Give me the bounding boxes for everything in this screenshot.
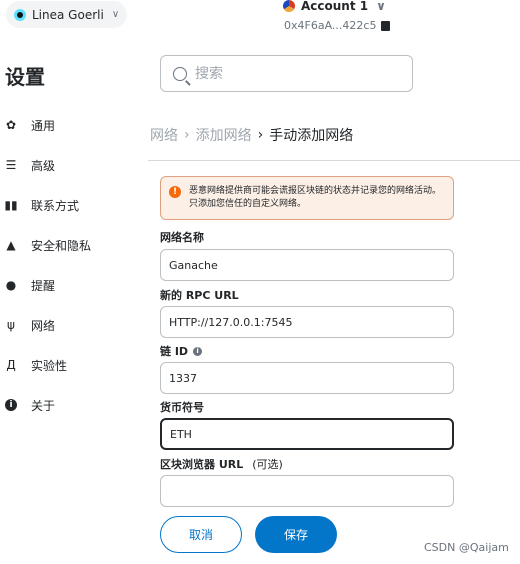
- info-icon[interactable]: i: [193, 346, 203, 356]
- copy-icon[interactable]: [381, 20, 391, 31]
- save-button[interactable]: 保存: [255, 516, 337, 553]
- sidebar-item-security[interactable]: ▲ 安全和隐私: [5, 235, 91, 255]
- network-icon: [14, 8, 26, 21]
- rpc-url-input[interactable]: [160, 306, 454, 338]
- account-address-text: 0x4F6aA...422c5: [284, 19, 377, 32]
- sidebar-item-label: 网络: [31, 318, 56, 333]
- warning-banner: ! 恶意网络提供商可能会谎报区块链的状态并记录您的网络活动。只添加您信任的自定义…: [160, 176, 454, 220]
- currency-symbol-input[interactable]: [160, 418, 454, 450]
- chain-id-input[interactable]: [160, 362, 454, 394]
- network-name-label-text: 网络名称: [160, 231, 204, 244]
- sidebar-item-networks[interactable]: ψ 网络: [5, 315, 55, 335]
- bell-icon: ●: [5, 278, 17, 292]
- sliders-icon: ☰: [5, 158, 17, 172]
- breadcrumb-current: 手动添加网络: [269, 128, 354, 144]
- network-selector[interactable]: Linea Goerli ∨: [6, 1, 127, 28]
- search-box[interactable]: [160, 55, 413, 92]
- sidebar-item-label: 提醒: [31, 278, 56, 293]
- explorer-url-input[interactable]: [160, 475, 454, 507]
- search-input[interactable]: [195, 65, 395, 82]
- sidebar-item-about[interactable]: i 关于: [5, 395, 55, 415]
- account-address[interactable]: 0x4F6aA...422c5: [284, 19, 391, 32]
- sidebar-item-label: 通用: [31, 118, 56, 133]
- breadcrumb-separator: ›: [184, 127, 190, 143]
- rpc-url-label-text: 新的 RPC URL: [160, 289, 239, 302]
- book-icon: ▮▮: [4, 198, 18, 212]
- currency-symbol-label-text: 货币符号: [160, 401, 204, 414]
- sidebar-item-label: 高级: [31, 158, 56, 173]
- sidebar-item-label: 安全和隐私: [31, 238, 92, 253]
- breadcrumb-separator: ›: [257, 127, 264, 143]
- search-icon: [173, 66, 187, 81]
- account-avatar-icon: [283, 0, 295, 12]
- warning-icon: !: [169, 186, 181, 198]
- chevron-down-icon: ∨: [376, 0, 386, 13]
- settings-title: 设置: [5, 65, 45, 89]
- info-icon: i: [5, 399, 17, 411]
- gear-icon: ✿: [5, 118, 17, 132]
- sidebar-item-general[interactable]: ✿ 通用: [5, 115, 55, 135]
- breadcrumb-networks[interactable]: 网络: [150, 125, 178, 145]
- network-label: Linea Goerli: [32, 7, 104, 22]
- network-name-label: 网络名称: [160, 229, 204, 245]
- currency-symbol-label: 货币符号: [160, 399, 204, 415]
- breadcrumb-add-network[interactable]: 添加网络: [196, 125, 252, 145]
- warning-text: 恶意网络提供商可能会谎报区块链的状态并记录您的网络活动。只添加您信任的自定义网络…: [189, 186, 442, 209]
- explorer-url-label: 区块浏览器 URL (可选): [160, 456, 283, 472]
- chain-id-label: 链 ID i: [160, 343, 203, 359]
- plug-icon: ψ: [7, 318, 15, 332]
- explorer-url-label-text: 区块浏览器 URL: [160, 458, 244, 471]
- watermark: CSDN @Qaijam: [424, 541, 509, 554]
- account-name: Account 1: [301, 0, 369, 13]
- sidebar-item-label: 关于: [31, 398, 56, 413]
- sidebar-item-label: 联系方式: [31, 198, 80, 213]
- breadcrumb: 网络 › 添加网络 › 手动添加网络: [150, 125, 353, 145]
- sidebar-item-experimental[interactable]: Д 实验性: [5, 355, 67, 375]
- sidebar-item-label: 实验性: [31, 358, 68, 373]
- network-name-input[interactable]: [160, 249, 454, 281]
- sidebar-item-contacts[interactable]: ▮▮ 联系方式: [4, 195, 80, 215]
- rpc-url-label: 新的 RPC URL: [160, 287, 239, 303]
- lock-icon: ▲: [6, 238, 16, 252]
- account-selector[interactable]: Account 1 ∨: [283, 0, 386, 15]
- sidebar-item-alerts[interactable]: ● 提醒: [5, 275, 55, 295]
- flask-icon: Д: [6, 358, 16, 372]
- optional-hint: (可选): [252, 458, 283, 471]
- sidebar-item-advanced[interactable]: ☰ 高级: [5, 155, 55, 175]
- divider: [148, 160, 520, 161]
- chevron-down-icon: ∨: [111, 9, 120, 20]
- chain-id-label-text: 链 ID: [160, 345, 189, 358]
- cancel-button[interactable]: 取消: [160, 516, 242, 553]
